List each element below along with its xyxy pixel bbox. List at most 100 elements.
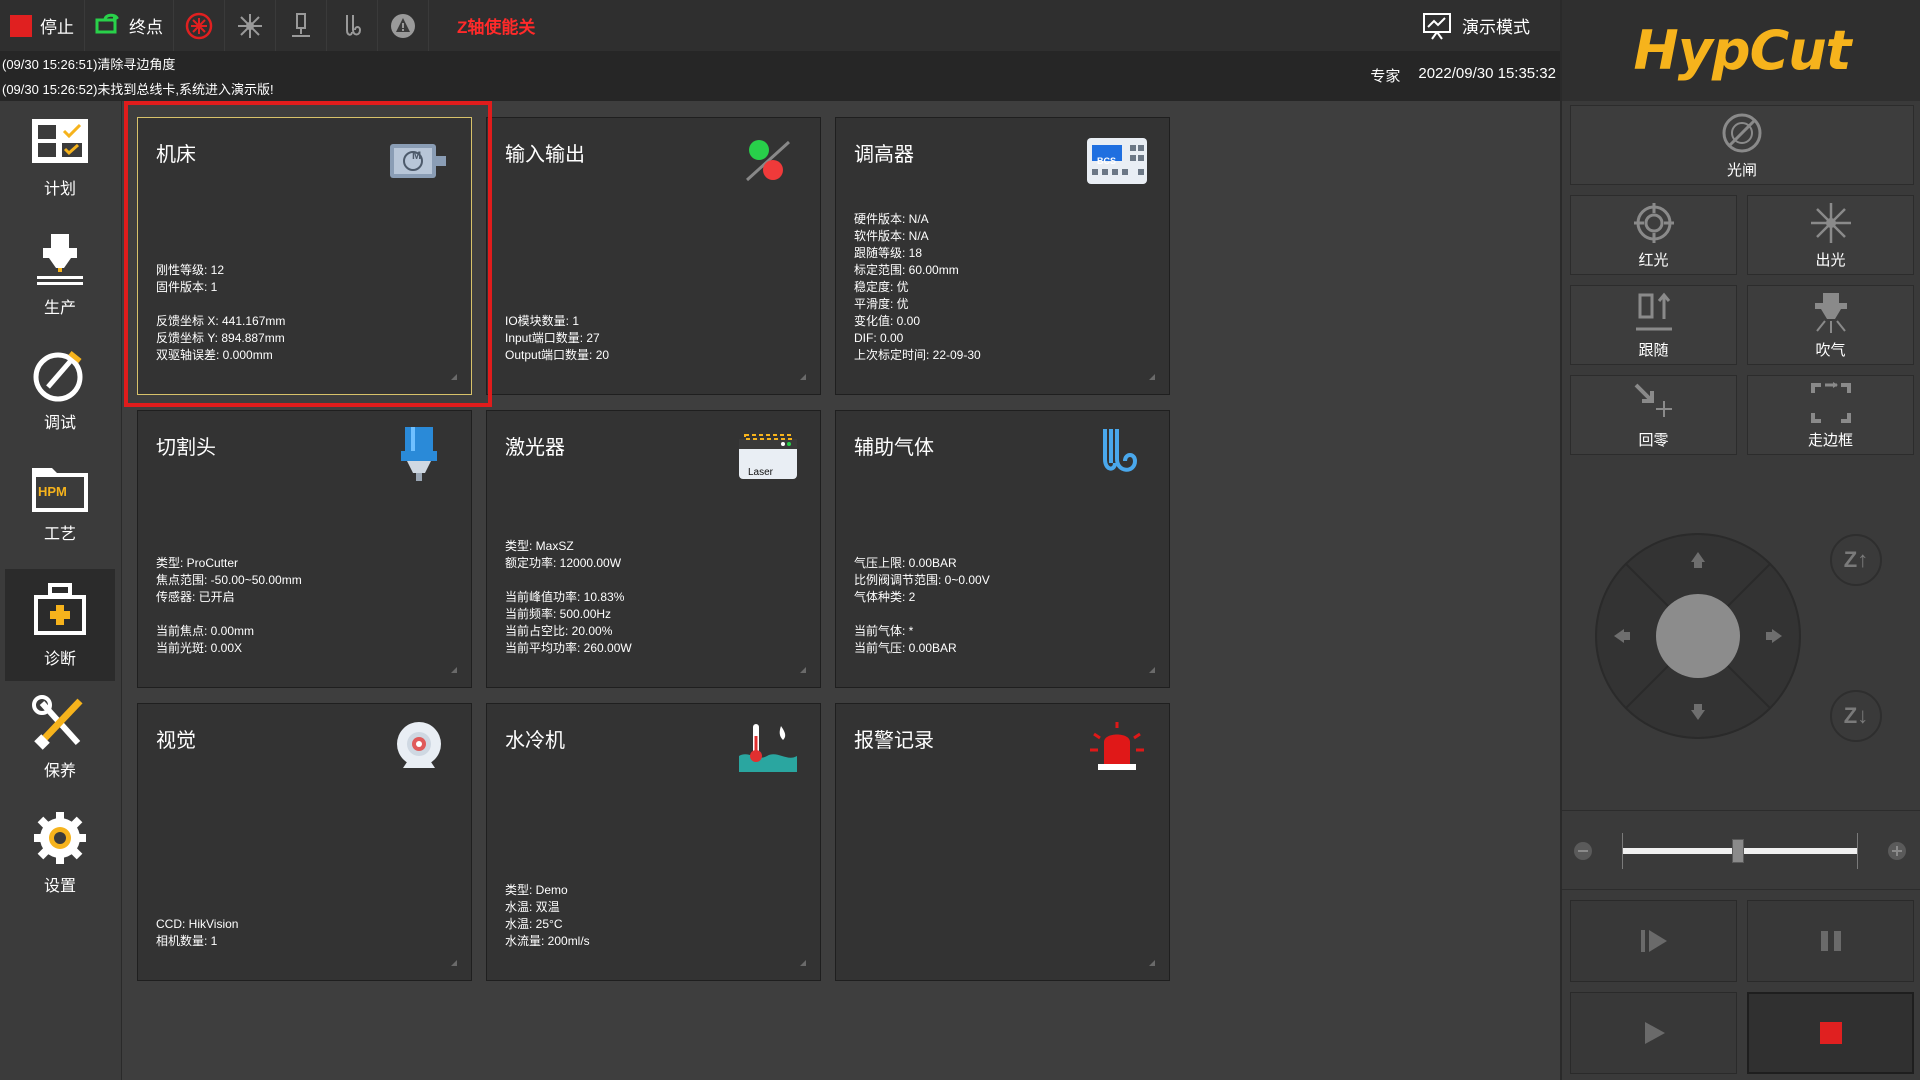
sidebar-item-diagnosis[interactable]: 诊断: [5, 569, 115, 681]
corner-marker: [1149, 667, 1155, 673]
card-title: 报警记录: [854, 730, 934, 752]
sidebar-item-plan[interactable]: 计划: [5, 103, 115, 215]
card-title: 切割头: [156, 437, 216, 459]
card-assist-gas[interactable]: 辅助气体 气压上限: 0.00BAR 比例阀调节范围: 0~0.00V 气体种类…: [835, 410, 1170, 688]
user-level[interactable]: 专家: [1370, 65, 1400, 86]
logo-area: HypCut: [1562, 0, 1920, 101]
z-up-label: Z↑: [1843, 547, 1869, 572]
folder-hpm-text: HPM: [38, 484, 67, 499]
info-line: 水温: 双温: [505, 900, 560, 914]
sidebar-item-process[interactable]: HPM 工艺: [5, 448, 115, 560]
endpoint-button[interactable]: 终点: [85, 0, 174, 51]
speed-increase-button[interactable]: [1888, 842, 1906, 860]
z-down-button[interactable]: Z↓: [1830, 690, 1882, 742]
card-alarm-log[interactable]: 报警记录: [835, 703, 1170, 981]
pause-icon: [1820, 931, 1841, 951]
card-info: 气压上限: 0.00BAR 比例阀调节范围: 0~0.00V 气体种类: 2 当…: [854, 555, 990, 657]
card-cutting-head[interactable]: 切割头 类型: ProCutter 焦点范围: -50.00~50.00mm 传…: [137, 410, 472, 688]
speed-slider-area: [1562, 810, 1920, 890]
datetime: 2022/09/30 15:35:32: [1418, 65, 1556, 82]
motor-letter: M: [412, 150, 422, 162]
follow-label: 跟随: [1638, 341, 1669, 359]
card-machine[interactable]: 机床 M 刚性等级: 12 固件版本: 1 反馈坐标 X: 441.167mm …: [137, 117, 472, 395]
warning-icon: [391, 13, 415, 38]
info-line: 类型: ProCutter: [156, 556, 239, 570]
return-arrow-icon: [95, 12, 121, 39]
corner-marker: [451, 960, 457, 966]
info-line: Input端口数量: 27: [505, 331, 600, 345]
sidebar-item-label: 计划: [43, 181, 76, 198]
card-laser[interactable]: 激光器 Laser 类型: MaxSZ 额定功率: 12000.00W 当前峰值…: [486, 410, 821, 688]
card-info: 硬件版本: N/A 软件版本: N/A 跟随等级: 18 标定范围: 60.00…: [854, 211, 981, 364]
info-line: 跟随等级: 18: [854, 246, 923, 260]
info-line: 反馈坐标 Y: 894.887mm: [156, 331, 285, 345]
info-line: 类型: MaxSZ: [505, 539, 574, 553]
frame-trace-label: 走边框: [1807, 431, 1853, 449]
log-line: (09/30 15:26:52)未找到总线卡,系统进入演示版!: [2, 82, 274, 97]
alarm-toolbar-button[interactable]: [378, 0, 429, 51]
app-window: 停止 终点 Z轴使能关 演示模式 (09/30 15:26:51)清除寻边角度 …: [0, 0, 1920, 1080]
start-button[interactable]: [1570, 992, 1737, 1074]
burst-icon: [1810, 202, 1851, 243]
follow-toolbar-button[interactable]: [276, 0, 327, 51]
follow-icon: [1635, 292, 1672, 330]
info-line: 焦点范围: -50.00~50.00mm: [156, 573, 302, 587]
z-down-label: Z↓: [1843, 703, 1869, 728]
card-title: 视觉: [156, 730, 196, 752]
home-button[interactable]: 回零: [1570, 375, 1737, 455]
info-line: 类型: Demo: [505, 883, 568, 897]
card-info: 类型: Demo 水温: 双温 水温: 25°C 水流量: 200ml/s: [505, 882, 590, 950]
water-temperature-icon: [736, 720, 800, 774]
card-title: 机床: [156, 144, 196, 166]
card-title: 激光器: [505, 437, 565, 459]
info-line: 刚性等级: 12: [156, 263, 225, 277]
jog-area: Z↑ Z↓: [1562, 468, 1920, 808]
diagnosis-panel: 机床 M 刚性等级: 12 固件版本: 1 反馈坐标 X: 441.167mm …: [122, 101, 1560, 1080]
direction-pad[interactable]: [1562, 468, 1920, 808]
card-title: 输入输出: [505, 144, 585, 166]
laser-on-button[interactable]: [174, 0, 225, 51]
card-chiller[interactable]: 水冷机 类型: Demo 水温: 双温 水温: 25°C 水流量: 200ml/…: [486, 703, 821, 981]
shutter-button[interactable]: 光闸: [1570, 105, 1914, 185]
card-io[interactable]: 输入输出 IO模块数量: 1 Input端口数量: 27 Output端口数量:…: [486, 117, 821, 395]
card-height-controller[interactable]: 调高器 BCS 硬件版本: N/A 软件版本: N/A 跟随等级: 18 标定范…: [835, 117, 1170, 395]
red-light-button[interactable]: 红光: [1570, 195, 1737, 275]
folder-hpm-icon: HPM: [30, 462, 90, 514]
pause-button[interactable]: [1747, 900, 1914, 982]
frame-trace-button[interactable]: 走边框: [1747, 375, 1914, 455]
info-line: 当前平均功率: 260.00W: [505, 641, 632, 655]
emit-light-button[interactable]: 出光: [1747, 195, 1914, 275]
info-line: 额定功率: 12000.00W: [505, 556, 622, 570]
speed-decrease-button[interactable]: [1574, 842, 1592, 860]
emit-button[interactable]: [225, 0, 276, 51]
stop-icon: [10, 14, 32, 37]
card-vision[interactable]: 视觉 CCD: HikVision 相机数量: 1: [137, 703, 472, 981]
info-line: 当前峰值功率: 10.83%: [505, 590, 625, 604]
info-line: 平滑度: 优: [854, 297, 909, 311]
z-up-button[interactable]: Z↑: [1830, 534, 1882, 586]
status-area: 专家 2022/09/30 15:35:32: [1370, 65, 1556, 86]
gas-icon: [346, 14, 362, 36]
corner-marker: [1149, 960, 1155, 966]
frame-trace-icon: [1810, 381, 1851, 423]
gas-toolbar-button[interactable]: [327, 0, 378, 51]
sidebar-item-settings[interactable]: 设置: [5, 796, 115, 908]
laser-text: Laser: [748, 467, 774, 478]
info-line: 固件版本: 1: [156, 280, 218, 294]
step-button[interactable]: [1570, 900, 1737, 982]
laser-burst-red-icon: [185, 12, 213, 39]
stop-button[interactable]: 停止: [0, 0, 85, 51]
step-forward-icon: [1640, 930, 1667, 952]
corner-marker: [451, 667, 457, 673]
sidebar-item-production[interactable]: 生产: [5, 218, 115, 330]
stop-control-button[interactable]: [1747, 992, 1914, 1074]
sidebar-item-maintenance[interactable]: 保养: [5, 681, 115, 793]
red-light-label: 红光: [1638, 251, 1669, 269]
demo-mode-button[interactable]: 演示模式: [1412, 0, 1540, 51]
blow-button[interactable]: 吹气: [1747, 285, 1914, 365]
card-title: 调高器: [854, 144, 914, 166]
sidebar-item-debug[interactable]: 调试: [5, 333, 115, 445]
follow-button[interactable]: 跟随: [1570, 285, 1737, 365]
info-line: 水温: 25°C: [505, 917, 563, 931]
